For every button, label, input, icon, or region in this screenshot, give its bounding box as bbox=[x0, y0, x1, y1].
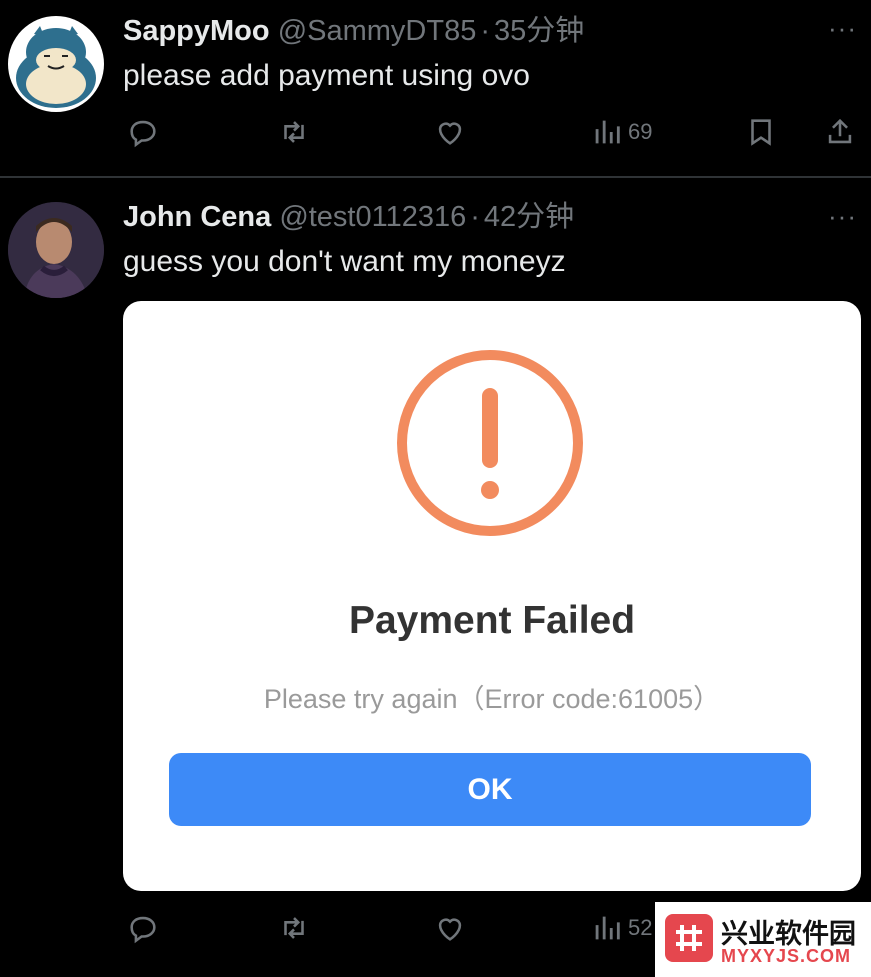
like-icon bbox=[438, 918, 462, 941]
dialog-title: Payment Failed bbox=[348, 599, 636, 642]
display-name[interactable]: SappyMoo bbox=[123, 15, 270, 47]
share-button[interactable] bbox=[823, 112, 857, 152]
retweet-button[interactable] bbox=[277, 908, 311, 948]
watermark: 兴业软件园 MYXYJS.COM bbox=[655, 902, 871, 977]
reply-button[interactable] bbox=[126, 908, 160, 948]
display-name[interactable]: John Cena bbox=[123, 201, 271, 233]
dialog-message: Please try again（Error code:61005） bbox=[263, 684, 721, 714]
bookmark-button[interactable] bbox=[744, 112, 778, 152]
user-handle[interactable]: @SammyDT85 bbox=[278, 15, 477, 47]
bookmark-icon bbox=[751, 119, 771, 146]
media-image[interactable]: Payment Failed Please try again（Error co… bbox=[123, 301, 861, 891]
tweet[interactable]: SappyMoo @SammyDT85 · 35分钟 ··· please add … bbox=[0, 0, 871, 175]
views-count: 52 bbox=[628, 915, 653, 940]
ok-button: OK bbox=[169, 753, 811, 826]
retweet-button[interactable] bbox=[277, 112, 311, 152]
share-icon bbox=[828, 118, 852, 144]
watermark-logo-icon bbox=[665, 914, 713, 962]
avatar[interactable] bbox=[8, 16, 104, 112]
tweet-divider bbox=[0, 176, 871, 178]
views-button[interactable]: 52 bbox=[590, 908, 652, 948]
like-button[interactable] bbox=[433, 112, 467, 152]
more-icon[interactable]: ··· bbox=[828, 15, 857, 41]
separator: · bbox=[470, 201, 480, 233]
reply-icon bbox=[130, 120, 156, 148]
avatar[interactable] bbox=[8, 202, 104, 298]
tweet-header: SappyMoo @SammyDT85 · 35分钟 bbox=[123, 14, 584, 48]
user-handle[interactable]: @test0112316 bbox=[279, 201, 466, 233]
timestamp[interactable]: 42分钟 bbox=[484, 201, 574, 233]
like-button[interactable] bbox=[433, 908, 467, 948]
separator: · bbox=[480, 15, 490, 47]
watermark-url: MYXYJS.COM bbox=[721, 946, 852, 966]
reply-button[interactable] bbox=[126, 112, 160, 152]
more-icon[interactable]: ··· bbox=[828, 203, 857, 229]
views-icon bbox=[595, 120, 620, 144]
warning-icon bbox=[397, 350, 583, 536]
tweet-text: guess you don't want my moneyz bbox=[123, 245, 566, 278]
retweet-icon bbox=[284, 917, 304, 939]
tweet[interactable]: John Cena @test0112316 · 42分钟 ··· guess yo… bbox=[0, 180, 871, 977]
reply-icon bbox=[130, 916, 156, 944]
like-icon bbox=[438, 122, 462, 145]
views-button[interactable]: 69 bbox=[590, 112, 652, 152]
tweet-text: please add payment using ovo bbox=[123, 59, 530, 92]
tweet-header: John Cena @test0112316 · 42分钟 bbox=[123, 200, 574, 234]
retweet-icon bbox=[284, 121, 304, 143]
tweet-actions: 69 bbox=[0, 112, 871, 152]
timestamp[interactable]: 35分钟 bbox=[494, 15, 584, 47]
views-count: 69 bbox=[628, 119, 653, 144]
views-icon bbox=[595, 916, 620, 940]
